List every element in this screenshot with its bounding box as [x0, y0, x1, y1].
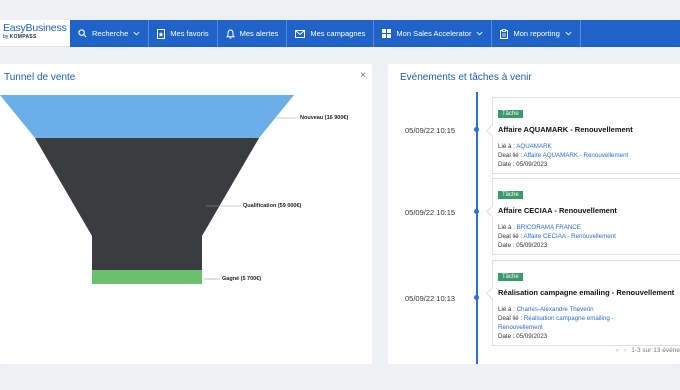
event-deal-continued: Renouvellement — [498, 323, 676, 332]
prev-page-icon[interactable]: ‹ — [624, 347, 626, 354]
chevron-down-icon — [477, 31, 483, 36]
funnel-stage-qualification[interactable] — [35, 138, 259, 236]
funnel-chart — [0, 95, 298, 284]
nav-favoris[interactable]: Mes favoris — [149, 20, 218, 47]
favorites-icon — [157, 28, 166, 39]
clipboard-icon — [500, 28, 509, 39]
first-page-icon[interactable]: « — [615, 347, 619, 354]
event-title: Affaire CECIAA - Renouvellement — [498, 206, 617, 215]
event-card[interactable]: Tâche Réalisation campagne emailing - Re… — [492, 260, 680, 346]
nav-label: Mon reporting — [513, 29, 560, 38]
funnel-label-nouveau: Nouveau (16 900€) — [300, 115, 349, 121]
event-datetime: 05/09/22 10:15 — [405, 126, 456, 135]
nav-label: Mon Sales Accelerator — [396, 29, 472, 38]
chevron-down-icon — [133, 31, 140, 36]
nav-label: Mes campagnes — [310, 29, 366, 38]
bell-icon — [225, 28, 235, 38]
event-title: Réalisation campagne emailing - Renouvel… — [498, 288, 675, 297]
deal-link[interactable]: Renouvellement — [498, 324, 543, 331]
event-date: Date : 05/09/2023 — [498, 333, 548, 340]
events-pager: « ‹ 1-3 sur 13 événe — [615, 347, 680, 354]
task-badge: Tâche — [498, 110, 523, 118]
timeline-dot — [474, 295, 479, 300]
event-deal: Deal lié : Réalisation campagne emailing… — [498, 315, 614, 322]
deal-link[interactable]: Affaire CECIAA - Renouvellement — [523, 233, 615, 240]
funnel-stage-gagne[interactable] — [92, 236, 202, 270]
nav-sales-accelerator[interactable]: Mon Sales Accelerator — [374, 20, 493, 47]
event-title: Affaire AQUAMARK - Renouvellement — [498, 125, 633, 134]
event-related: Lié à : Charles-Alexandre Theverin — [498, 306, 594, 313]
event-deal: Deal lié : Affaire AQUAMARK - Renouvelle… — [498, 152, 629, 159]
nav-reporting[interactable]: Mon reporting — [492, 20, 581, 47]
task-badge: Tâche — [498, 191, 523, 199]
related-link[interactable]: AQUAMARK — [516, 143, 551, 150]
related-link[interactable]: Charles-Alexandre Theverin — [517, 306, 594, 313]
event-card[interactable]: Tâche Affaire CECIAA - Renouvellement Li… — [492, 178, 680, 255]
timeline-line — [476, 92, 478, 364]
nav-label: Mes favoris — [170, 29, 209, 38]
mail-icon — [295, 29, 306, 38]
top-navbar: EasyBusiness by KOMPASS Recherche Mes fa… — [0, 20, 680, 47]
event-date: Date : 05/09/2023 — [498, 242, 548, 249]
pager-text: 1-3 sur 13 événe — [631, 347, 680, 354]
deal-link[interactable]: Réalisation campagne emailing - — [524, 315, 614, 322]
event-date: Date : 05/09/2023 — [498, 161, 548, 168]
event-related: Lié à : BRICORAMA FRANCE — [498, 224, 581, 231]
task-badge: Tâche — [498, 273, 523, 281]
related-link[interactable]: BRICORAMA FRANCE — [517, 224, 581, 231]
sales-funnel-panel: Tunnel de vente × Nouveau (16 900€) Qual… — [0, 64, 372, 364]
app-logo[interactable]: EasyBusiness by KOMPASS — [0, 20, 70, 47]
logo-subtext: by KOMPASS — [3, 34, 37, 40]
funnel-stage-nouveau[interactable] — [0, 95, 294, 138]
event-datetime: 05/09/22 10:13 — [405, 294, 456, 303]
funnel-stage-gagne-fill[interactable] — [92, 270, 202, 284]
nav-label: Mes alertes — [239, 29, 279, 38]
event-datetime: 05/09/22 10:15 — [405, 208, 456, 217]
funnel-label-gagne: Gagné (5 700€) — [222, 276, 262, 282]
events-panel: Evénements et tâches à venir 05/09/22 10… — [388, 64, 680, 364]
search-icon — [78, 29, 87, 38]
logo-text: EasyBusiness — [3, 22, 67, 34]
funnel-label-qualification: Qualification (59 000€) — [243, 203, 302, 209]
nav-label: Recherche — [92, 29, 129, 38]
event-card[interactable]: Tâche Affaire AQUAMARK - Renouvellement … — [492, 97, 680, 174]
event-deal: Deal lié : Affaire CECIAA - Renouvelleme… — [498, 233, 616, 240]
event-related: Lié à : AQUAMARK — [498, 143, 552, 150]
grid-icon — [382, 29, 392, 38]
chevron-down-icon — [565, 31, 572, 36]
deal-link[interactable]: Affaire AQUAMARK - Renouvellement — [523, 152, 628, 159]
panel-title: Evénements et tâches à venir — [400, 72, 532, 83]
timeline-dot — [474, 127, 479, 132]
nav-recherche[interactable]: Recherche — [70, 20, 150, 47]
nav-alertes[interactable]: Mes alertes — [218, 20, 288, 47]
timeline-dot — [474, 209, 479, 214]
nav-campagnes[interactable]: Mes campagnes — [287, 20, 375, 47]
